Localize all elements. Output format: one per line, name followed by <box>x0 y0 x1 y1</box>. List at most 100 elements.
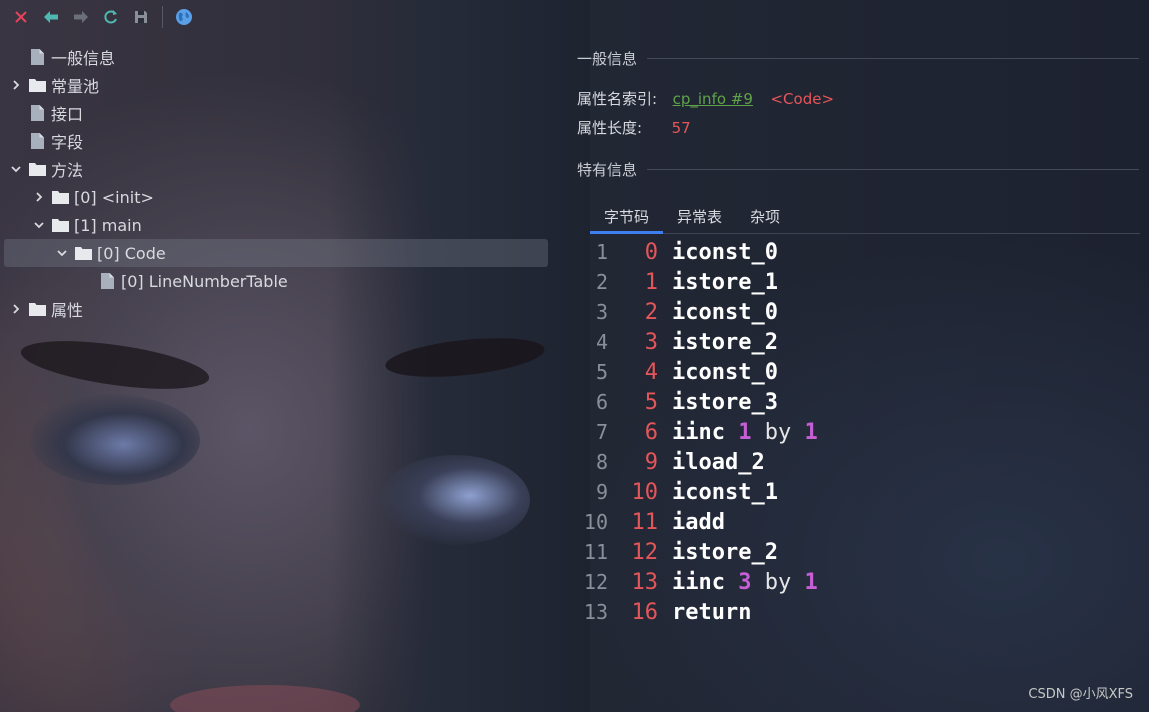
bytecode-line: 12 13 iinc 3 by 1 <box>578 567 818 597</box>
specific-info-tabs: 字节码 异常表 杂项 <box>590 200 1140 234</box>
tree-item-0[interactable]: 一般信息 <box>0 43 550 71</box>
bytecode-line: 5 4 iconst_0 <box>578 357 818 387</box>
save-button[interactable] <box>126 2 156 32</box>
chevron-right-icon[interactable] <box>31 189 47 205</box>
line-number: 3 <box>595 300 608 324</box>
bytecode-offset: 16 <box>631 599 659 625</box>
opcode: iconst_0 <box>672 299 778 325</box>
bytecode-line: 6 5 istore_3 <box>578 387 818 417</box>
folder-icon <box>28 300 46 318</box>
chevron-down-icon[interactable] <box>31 217 47 233</box>
cp-info-link[interactable]: cp_info #9 <box>673 90 753 108</box>
tree-item-4[interactable]: 方法 <box>0 155 550 183</box>
file-icon <box>28 48 46 66</box>
attribute-length-label: 属性长度: <box>577 119 643 137</box>
refresh-button[interactable] <box>96 2 126 32</box>
tree-item-label: 接口 <box>51 105 84 124</box>
opcode: iconst_0 <box>672 359 778 385</box>
attribute-name-index-label: 属性名索引: <box>577 90 658 108</box>
chevron-down-icon[interactable] <box>54 245 70 261</box>
opcode: iload_2 <box>672 449 765 475</box>
bytecode-offset: 5 <box>644 389 658 415</box>
opcode: istore_3 <box>672 389 778 415</box>
opcode: return <box>672 599 752 625</box>
folder-icon <box>28 76 46 94</box>
tab-bytecode[interactable]: 字节码 <box>590 200 664 234</box>
bytecode-offset: 4 <box>644 359 658 385</box>
chevron-down-icon[interactable] <box>8 161 24 177</box>
tree-item-6[interactable]: [1] main <box>0 211 550 239</box>
line-number: 11 <box>583 540 608 564</box>
operand-constant: 1 <box>804 569 818 595</box>
forward-arrow-icon <box>74 11 88 23</box>
bytecode-offset: 13 <box>631 569 659 595</box>
opcode: istore_2 <box>672 329 778 355</box>
folder-icon <box>51 188 69 206</box>
tab-misc[interactable]: 杂项 <box>736 200 794 233</box>
bytecode-offset: 9 <box>644 449 658 475</box>
operand-by: by <box>764 569 792 595</box>
opcode: istore_2 <box>672 539 778 565</box>
tab-exception-table[interactable]: 异常表 <box>663 200 736 233</box>
toolbar-divider <box>162 6 163 28</box>
specific-info-title: 特有信息 <box>577 161 638 179</box>
toolbar <box>0 0 236 34</box>
web-button[interactable] <box>169 2 199 32</box>
bytecode-offset: 6 <box>644 419 658 445</box>
operand-by: by <box>764 419 792 445</box>
line-number: 10 <box>583 510 608 534</box>
bytecode-line: 8 9 iload_2 <box>578 447 818 477</box>
bytecode-offset: 10 <box>631 479 659 505</box>
tree-item-5[interactable]: [0] <init> <box>0 183 550 211</box>
bytecode-line: 7 6 iinc 1 by 1 <box>578 417 818 447</box>
attribute-name-index-row: 属性名索引: cp_info #9 <Code> <box>577 88 834 109</box>
back-arrow-icon <box>44 11 58 23</box>
general-info-header: 一般信息 <box>577 48 1139 69</box>
tree-item-1[interactable]: 常量池 <box>0 71 550 99</box>
tree-item-label: 方法 <box>51 161 84 180</box>
tree-item-label: [1] main <box>74 215 142 235</box>
bytecode-listing: 1 0 iconst_0 2 1 istore_1 3 2 iconst_0 4 3 istore_2… <box>578 237 818 627</box>
tree-item-label: [0] Code <box>97 243 166 263</box>
background-eye-left <box>30 395 200 485</box>
bytecode-offset: 0 <box>644 239 658 265</box>
tree-item-2[interactable]: 接口 <box>0 99 550 127</box>
folder-icon <box>74 244 92 262</box>
section-divider <box>647 58 1139 59</box>
line-number: 12 <box>583 570 608 594</box>
forward-button[interactable] <box>66 2 96 32</box>
chevron-right-icon[interactable] <box>8 77 24 93</box>
opcode: iconst_1 <box>672 479 778 505</box>
close-icon <box>15 11 27 23</box>
tree-item-7[interactable]: [0] Code <box>4 239 548 267</box>
line-number: 9 <box>595 480 608 504</box>
tree-item-8[interactable]: [0] LineNumberTable <box>0 267 550 295</box>
bytecode-offset: 3 <box>644 329 658 355</box>
file-icon <box>98 272 116 290</box>
opcode: iadd <box>672 509 725 535</box>
background-eye-right <box>380 455 530 545</box>
globe-icon <box>176 9 192 25</box>
file-icon <box>28 132 46 150</box>
tree-item-3[interactable]: 字段 <box>0 127 550 155</box>
attribute-length-row: 属性长度: 57 <box>577 117 691 138</box>
tree-item-label: 字段 <box>51 133 84 152</box>
chevron-right-icon[interactable] <box>8 301 24 317</box>
tree-item-label: 一般信息 <box>51 49 116 68</box>
line-number: 5 <box>595 360 608 384</box>
tree-item-9[interactable]: 属性 <box>0 295 550 323</box>
line-number: 8 <box>595 450 608 474</box>
section-divider <box>647 169 1139 170</box>
line-number: 4 <box>595 330 608 354</box>
opcode: iinc <box>672 569 725 595</box>
back-button[interactable] <box>36 2 66 32</box>
operand-constant: 1 <box>804 419 818 445</box>
close-button[interactable] <box>6 2 36 32</box>
